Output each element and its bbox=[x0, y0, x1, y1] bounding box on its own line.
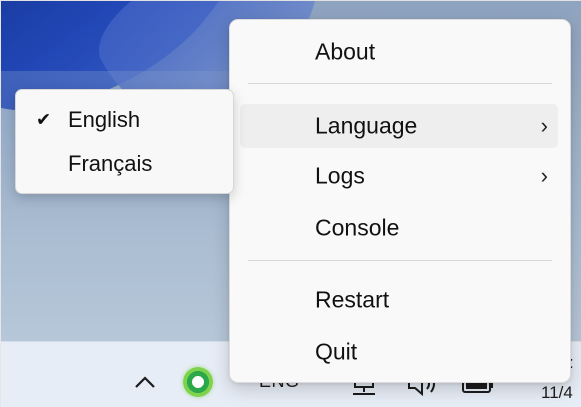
submenu-item-francais[interactable]: Français bbox=[20, 144, 225, 184]
menu-item-console[interactable]: Console bbox=[240, 206, 558, 250]
menu-item-label: About bbox=[315, 38, 376, 65]
menu-item-about[interactable]: About bbox=[240, 30, 558, 74]
tray-context-menu: About Language › Logs › Console Restart … bbox=[229, 19, 571, 383]
menu-item-label: Logs bbox=[315, 162, 365, 189]
chevron-right-icon: › bbox=[540, 163, 548, 188]
chevron-up-icon[interactable] bbox=[132, 369, 158, 395]
screenshot-stage: ENG : 11/4 About Language › bbox=[0, 0, 581, 407]
menu-item-restart[interactable]: Restart bbox=[240, 278, 558, 322]
menu-item-logs[interactable]: Logs › bbox=[240, 154, 558, 198]
clock-date[interactable]: 11/4 bbox=[541, 383, 581, 403]
menu-separator bbox=[248, 83, 552, 84]
menu-item-language[interactable]: Language › bbox=[240, 104, 558, 148]
green-ring-icon[interactable] bbox=[183, 367, 213, 397]
submenu-item-english[interactable]: ✔ English bbox=[20, 100, 225, 140]
menu-item-quit[interactable]: Quit bbox=[240, 330, 558, 374]
checkmark-icon: ✔ bbox=[36, 109, 52, 130]
menu-separator bbox=[248, 260, 552, 261]
chevron-right-icon: › bbox=[540, 113, 548, 138]
menu-item-label: Language bbox=[315, 112, 418, 139]
menu-item-label: Console bbox=[315, 214, 400, 241]
menu-item-label: Restart bbox=[315, 286, 390, 313]
language-submenu: ✔ English Français bbox=[15, 89, 234, 194]
submenu-item-label: Français bbox=[68, 151, 153, 176]
menu-item-label: Quit bbox=[315, 338, 358, 365]
submenu-item-label: English bbox=[68, 107, 141, 132]
